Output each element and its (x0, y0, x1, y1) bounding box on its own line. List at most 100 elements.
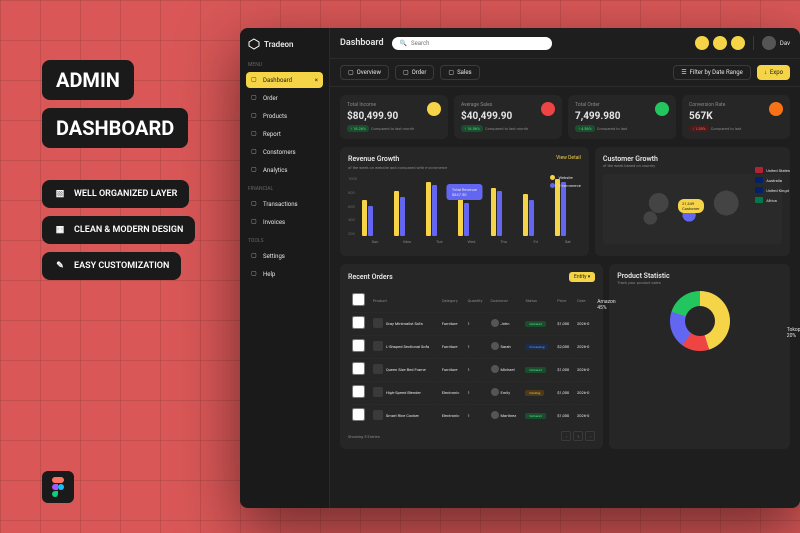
app-window: Tradeon MENU▢Dashboard×▢Order▢Products▢R… (240, 28, 800, 508)
features-list: ▧WELL ORGANIZED LAYER ▦CLEAN & MODERN DE… (42, 180, 195, 288)
sidebar-item-constomers[interactable]: ▢Constomers (246, 144, 323, 160)
table-row[interactable]: Queen Size Bed FrameFurniture1MichaelDel… (350, 358, 593, 379)
bar[interactable] (529, 200, 534, 236)
search-icon: 🔍 (400, 40, 407, 47)
filter-button[interactable]: ☰Filter by Date Range (673, 65, 751, 80)
page-number[interactable]: 1 (573, 431, 583, 441)
export-icon: ↓ (764, 69, 767, 76)
product-statistic: Product Statistic Track your product sal… (609, 264, 790, 449)
nav-icon: ▢ (251, 218, 259, 226)
sidebar-item-settings[interactable]: ▢Settings (246, 248, 323, 264)
stat-icon (655, 102, 669, 116)
bar[interactable] (368, 206, 373, 236)
legend-item: E-commerce (550, 183, 580, 188)
stat-card: Conversion Rate567K↓ 1.28%Compared to la… (682, 95, 790, 139)
feature-label: EASY CUSTOMIZATION (74, 261, 169, 271)
table-row[interactable]: High-Speed BlenderElectronic1EmilyPendin… (350, 381, 593, 402)
nav-icon: ▢ (251, 252, 259, 260)
revenue-chart: Revenue Growth View Detail of the week o… (340, 147, 589, 256)
logo-icon (248, 38, 260, 50)
bar[interactable] (497, 191, 502, 236)
country-item: United Kingd (755, 187, 790, 193)
sidebar-item-analytics[interactable]: ▢Analytics (246, 162, 323, 178)
prev-page-button[interactable]: ‹ (561, 431, 571, 441)
pagination-info: Showing 5 Entries (348, 434, 380, 439)
promo-title-1: ADMIN (42, 60, 134, 100)
table-row[interactable]: Gray Minimalist SofaFurniture1JohnDelive… (350, 312, 593, 333)
row-checkbox[interactable] (352, 385, 365, 398)
tab-sales[interactable]: ▢Sales (440, 65, 479, 80)
customer-avatar (491, 365, 499, 373)
notification-icon[interactable] (695, 36, 709, 50)
sidebar-item-invoices[interactable]: ▢Invoices (246, 214, 323, 230)
sidebar-item-transactions[interactable]: ▢Transactions (246, 196, 323, 212)
sales-icon: ▢ (448, 69, 454, 76)
nav-icon: ▢ (251, 148, 259, 156)
nav-icon: ▢ (251, 166, 259, 174)
settings-icon[interactable] (713, 36, 727, 50)
messages-icon[interactable] (731, 36, 745, 50)
row-checkbox[interactable] (352, 316, 365, 329)
country-item: Australia (755, 177, 790, 183)
layers-icon: ▧ (54, 188, 66, 200)
sidebar-item-report[interactable]: ▢Report (246, 126, 323, 142)
product-image (373, 410, 383, 420)
customer-avatar (491, 342, 499, 350)
nav-icon: ▢ (251, 130, 259, 138)
chart-title: Customer Growth (603, 155, 782, 163)
row-checkbox[interactable] (352, 339, 365, 352)
user-name: Dav (780, 40, 790, 47)
stat-icon (769, 102, 783, 116)
section-title: Recent Orders (348, 273, 393, 281)
bar[interactable] (523, 194, 528, 236)
map-badge: 21,349Customer (678, 199, 703, 213)
bar[interactable] (394, 191, 399, 236)
filter-icon: ☰ (681, 69, 686, 76)
product-image (373, 318, 383, 328)
tab-order[interactable]: ▢Order (395, 65, 434, 80)
stat-card: Total Income$80,499.90↑ 18.26%Compared t… (340, 95, 448, 139)
sidebar-item-order[interactable]: ▢Order (246, 90, 323, 106)
product-image (373, 364, 383, 374)
bar[interactable] (426, 182, 431, 236)
row-checkbox[interactable] (352, 362, 365, 375)
section-subtitle: Track your product sales (617, 280, 782, 285)
donut-chart (670, 291, 730, 351)
bar[interactable] (458, 197, 463, 236)
page-title: Dashboard (340, 38, 384, 48)
overview-icon: ▢ (348, 69, 354, 76)
sidebar-item-products[interactable]: ▢Products (246, 108, 323, 124)
bar[interactable] (432, 185, 437, 236)
nav-icon: ▢ (251, 112, 259, 120)
sidebar: Tradeon MENU▢Dashboard×▢Order▢Products▢R… (240, 28, 330, 508)
chart-tooltip: Total Revenue$847.50 (447, 184, 482, 200)
user-menu[interactable]: Dav (762, 36, 790, 50)
bar[interactable] (362, 200, 367, 236)
stat-icon (427, 102, 441, 116)
section-label: TOOLS (246, 238, 323, 244)
nav-icon: ▢ (251, 270, 259, 278)
section-label: FINANCIAL (246, 186, 323, 192)
entity-button[interactable]: Entity ▾ (569, 272, 595, 282)
nav-icon: ▢ (251, 76, 259, 84)
edit-icon: ✎ (54, 260, 66, 272)
next-page-button[interactable]: › (585, 431, 595, 441)
nav-icon: ▢ (251, 94, 259, 102)
bar[interactable] (464, 203, 469, 236)
select-all-checkbox[interactable] (352, 293, 365, 306)
export-button[interactable]: ↓Expo (757, 65, 790, 80)
section-label: MENU (246, 62, 323, 68)
sidebar-item-dashboard[interactable]: ▢Dashboard× (246, 72, 323, 88)
bar[interactable] (400, 197, 405, 236)
search-input[interactable]: 🔍 (392, 37, 552, 50)
table-row[interactable]: L-Shaped Sectional SofaFurniture1SarahPr… (350, 335, 593, 356)
view-detail-link[interactable]: View Detail (556, 155, 581, 163)
bar[interactable] (491, 188, 496, 236)
tab-overview[interactable]: ▢Overview (340, 65, 389, 80)
country-item: Africa (755, 197, 790, 203)
sidebar-item-help[interactable]: ▢Help (246, 266, 323, 282)
row-checkbox[interactable] (352, 408, 365, 421)
promo-title-2: DASHBOARD (42, 108, 188, 148)
table-row[interactable]: Smart Rice CookerElectronic1MartinezDeli… (350, 404, 593, 425)
country-item: United States (755, 167, 790, 173)
